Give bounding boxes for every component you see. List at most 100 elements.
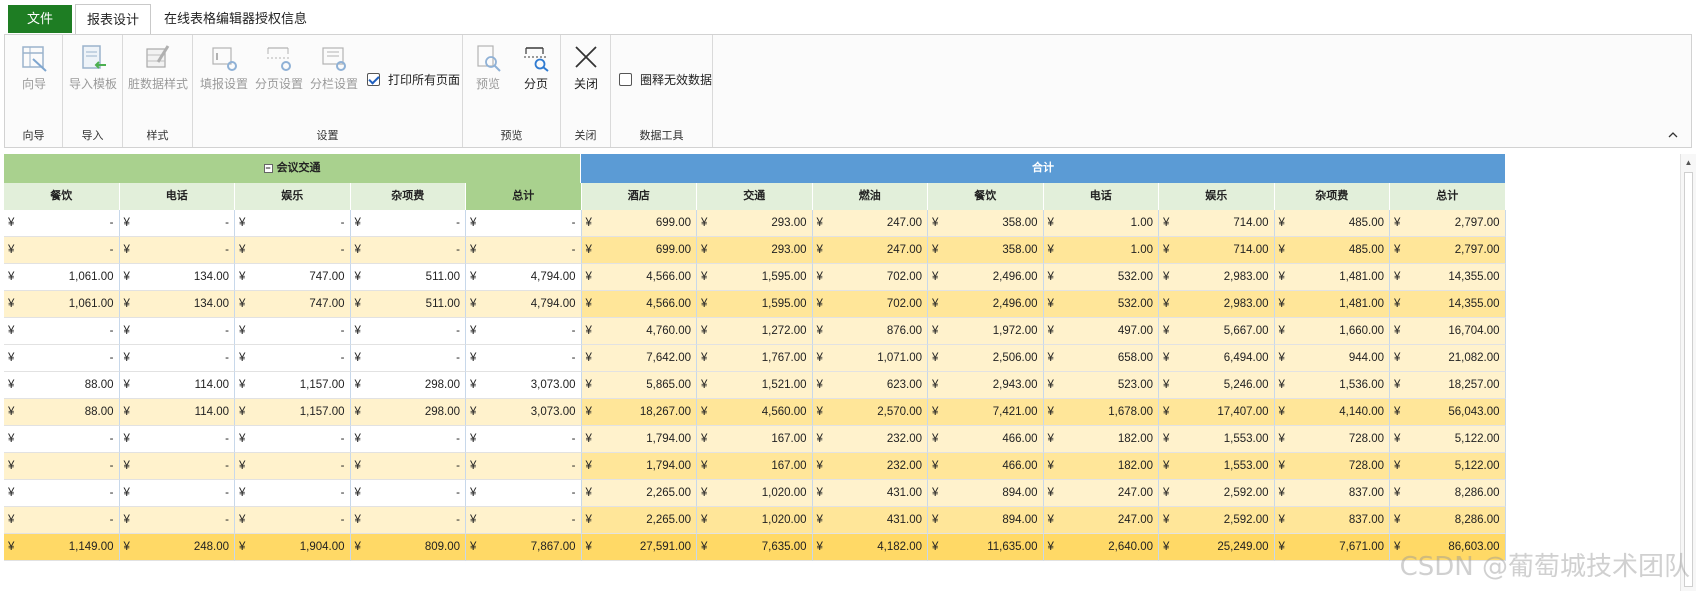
table-cell[interactable]: ¥ - [4, 453, 120, 480]
table-cell[interactable]: ¥18,257.00 [1390, 372, 1506, 399]
table-cell[interactable]: ¥ - [235, 237, 351, 264]
table-cell[interactable]: ¥5,122.00 [1390, 426, 1506, 453]
table-cell[interactable]: ¥247.00 [1043, 507, 1159, 534]
column-header-left-3[interactable]: 杂项费 [350, 183, 466, 210]
table-cell[interactable]: ¥837.00 [1274, 507, 1390, 534]
table-cell[interactable]: ¥1,536.00 [1274, 372, 1390, 399]
table-cell[interactable]: ¥497.00 [1043, 318, 1159, 345]
print-all-pages-checkmark[interactable] [367, 73, 380, 86]
table-cell[interactable]: ¥298.00 [350, 399, 466, 426]
table-cell[interactable]: ¥56,043.00 [1390, 399, 1506, 426]
table-cell[interactable]: ¥167.00 [697, 426, 813, 453]
table-cell[interactable]: ¥ - [119, 426, 235, 453]
circle-invalid-data-checkbox[interactable]: 圈释无效数据 [619, 71, 712, 88]
table-cell[interactable]: ¥88.00 [4, 372, 120, 399]
table-cell[interactable]: ¥1,481.00 [1274, 291, 1390, 318]
table-cell[interactable]: ¥2,265.00 [581, 507, 697, 534]
table-cell[interactable]: ¥466.00 [928, 426, 1044, 453]
table-cell[interactable]: ¥ - [119, 345, 235, 372]
table-cell[interactable]: ¥1,521.00 [697, 372, 813, 399]
collapse-group-icon[interactable]: − [263, 164, 273, 173]
table-cell[interactable]: ¥532.00 [1043, 264, 1159, 291]
tab-report-design[interactable]: 报表设计 [75, 4, 151, 35]
guide-button[interactable]: 向导 [5, 43, 63, 92]
page-settings-button[interactable]: 分页设置 [250, 43, 308, 92]
table-cell[interactable]: ¥714.00 [1159, 210, 1275, 237]
table-cell[interactable]: ¥523.00 [1043, 372, 1159, 399]
table-cell[interactable]: ¥2,943.00 [928, 372, 1044, 399]
table-cell[interactable]: ¥ - [466, 426, 582, 453]
table-cell[interactable]: ¥ - [119, 453, 235, 480]
table-cell[interactable]: ¥88.00 [4, 399, 120, 426]
column-header-right-6[interactable]: 交通 [697, 183, 813, 210]
table-cell[interactable]: ¥ - [119, 507, 235, 534]
table-cell[interactable]: ¥ - [466, 507, 582, 534]
table-cell[interactable]: ¥4,140.00 [1274, 399, 1390, 426]
table-cell[interactable]: ¥1,904.00 [235, 534, 351, 561]
table-cell[interactable]: ¥ - [235, 426, 351, 453]
table-cell[interactable]: ¥3,073.00 [466, 399, 582, 426]
table-cell[interactable]: ¥ - [466, 210, 582, 237]
table-cell[interactable]: ¥1,149.00 [4, 534, 120, 561]
table-cell[interactable]: ¥1,553.00 [1159, 453, 1275, 480]
table-cell[interactable]: ¥4,794.00 [466, 291, 582, 318]
table-cell[interactable]: ¥3,073.00 [466, 372, 582, 399]
table-cell[interactable]: ¥876.00 [812, 318, 928, 345]
group-header-meeting-transport[interactable]: − 会议交通 [4, 154, 581, 183]
column-header-left-4[interactable]: 总计 [466, 183, 582, 210]
table-cell[interactable]: ¥4,566.00 [581, 291, 697, 318]
table-cell[interactable]: ¥4,560.00 [697, 399, 813, 426]
scroll-up-icon[interactable]: ▲ [1681, 156, 1696, 170]
table-cell[interactable]: ¥134.00 [119, 291, 235, 318]
table-cell[interactable]: ¥894.00 [928, 507, 1044, 534]
table-cell[interactable]: ¥1,157.00 [235, 399, 351, 426]
column-header-right-11[interactable]: 杂项费 [1274, 183, 1390, 210]
collapse-ribbon-icon[interactable] [1667, 129, 1679, 141]
table-cell[interactable]: ¥1,020.00 [697, 507, 813, 534]
table-cell[interactable]: ¥623.00 [812, 372, 928, 399]
table-cell[interactable]: ¥ - [119, 318, 235, 345]
table-cell[interactable]: ¥466.00 [928, 453, 1044, 480]
table-cell[interactable]: ¥298.00 [350, 372, 466, 399]
table-cell[interactable]: ¥ - [4, 426, 120, 453]
table-cell[interactable]: ¥ - [350, 345, 466, 372]
table-cell[interactable]: ¥2,983.00 [1159, 264, 1275, 291]
table-cell[interactable]: ¥1,020.00 [697, 480, 813, 507]
table-cell[interactable]: ¥ - [466, 345, 582, 372]
table-cell[interactable]: ¥1,157.00 [235, 372, 351, 399]
table-cell[interactable]: ¥ - [350, 237, 466, 264]
table-cell[interactable]: ¥25,249.00 [1159, 534, 1275, 561]
table-cell[interactable]: ¥1,794.00 [581, 426, 697, 453]
table-cell[interactable]: ¥1,595.00 [697, 291, 813, 318]
table-cell[interactable]: ¥ - [4, 345, 120, 372]
table-cell[interactable]: ¥182.00 [1043, 426, 1159, 453]
table-cell[interactable]: ¥809.00 [350, 534, 466, 561]
table-cell[interactable]: ¥431.00 [812, 507, 928, 534]
table-cell[interactable]: ¥11,635.00 [928, 534, 1044, 561]
print-all-pages-checkbox[interactable]: 打印所有页面 [367, 71, 460, 88]
table-cell[interactable]: ¥4,566.00 [581, 264, 697, 291]
table-cell[interactable]: ¥431.00 [812, 480, 928, 507]
column-header-right-9[interactable]: 电话 [1043, 183, 1159, 210]
table-cell[interactable]: ¥ - [4, 507, 120, 534]
table-cell[interactable]: ¥2,265.00 [581, 480, 697, 507]
table-cell[interactable]: ¥ - [235, 345, 351, 372]
table-cell[interactable]: ¥1.00 [1043, 237, 1159, 264]
table-cell[interactable]: ¥ - [466, 237, 582, 264]
table-cell[interactable]: ¥702.00 [812, 264, 928, 291]
table-cell[interactable]: ¥17,407.00 [1159, 399, 1275, 426]
table-cell[interactable]: ¥5,667.00 [1159, 318, 1275, 345]
column-header-left-1[interactable]: 电话 [119, 183, 235, 210]
table-cell[interactable]: ¥134.00 [119, 264, 235, 291]
table-cell[interactable]: ¥18,267.00 [581, 399, 697, 426]
tab-file[interactable]: 文件 [8, 5, 72, 33]
table-cell[interactable]: ¥ - [119, 237, 235, 264]
table-cell[interactable]: ¥8,286.00 [1390, 480, 1506, 507]
table-cell[interactable]: ¥ - [466, 480, 582, 507]
table-cell[interactable]: ¥182.00 [1043, 453, 1159, 480]
table-cell[interactable]: ¥1,767.00 [697, 345, 813, 372]
column-header-right-12[interactable]: 总计 [1390, 183, 1506, 210]
table-cell[interactable]: ¥728.00 [1274, 426, 1390, 453]
table-cell[interactable]: ¥944.00 [1274, 345, 1390, 372]
table-cell[interactable]: ¥247.00 [812, 237, 928, 264]
